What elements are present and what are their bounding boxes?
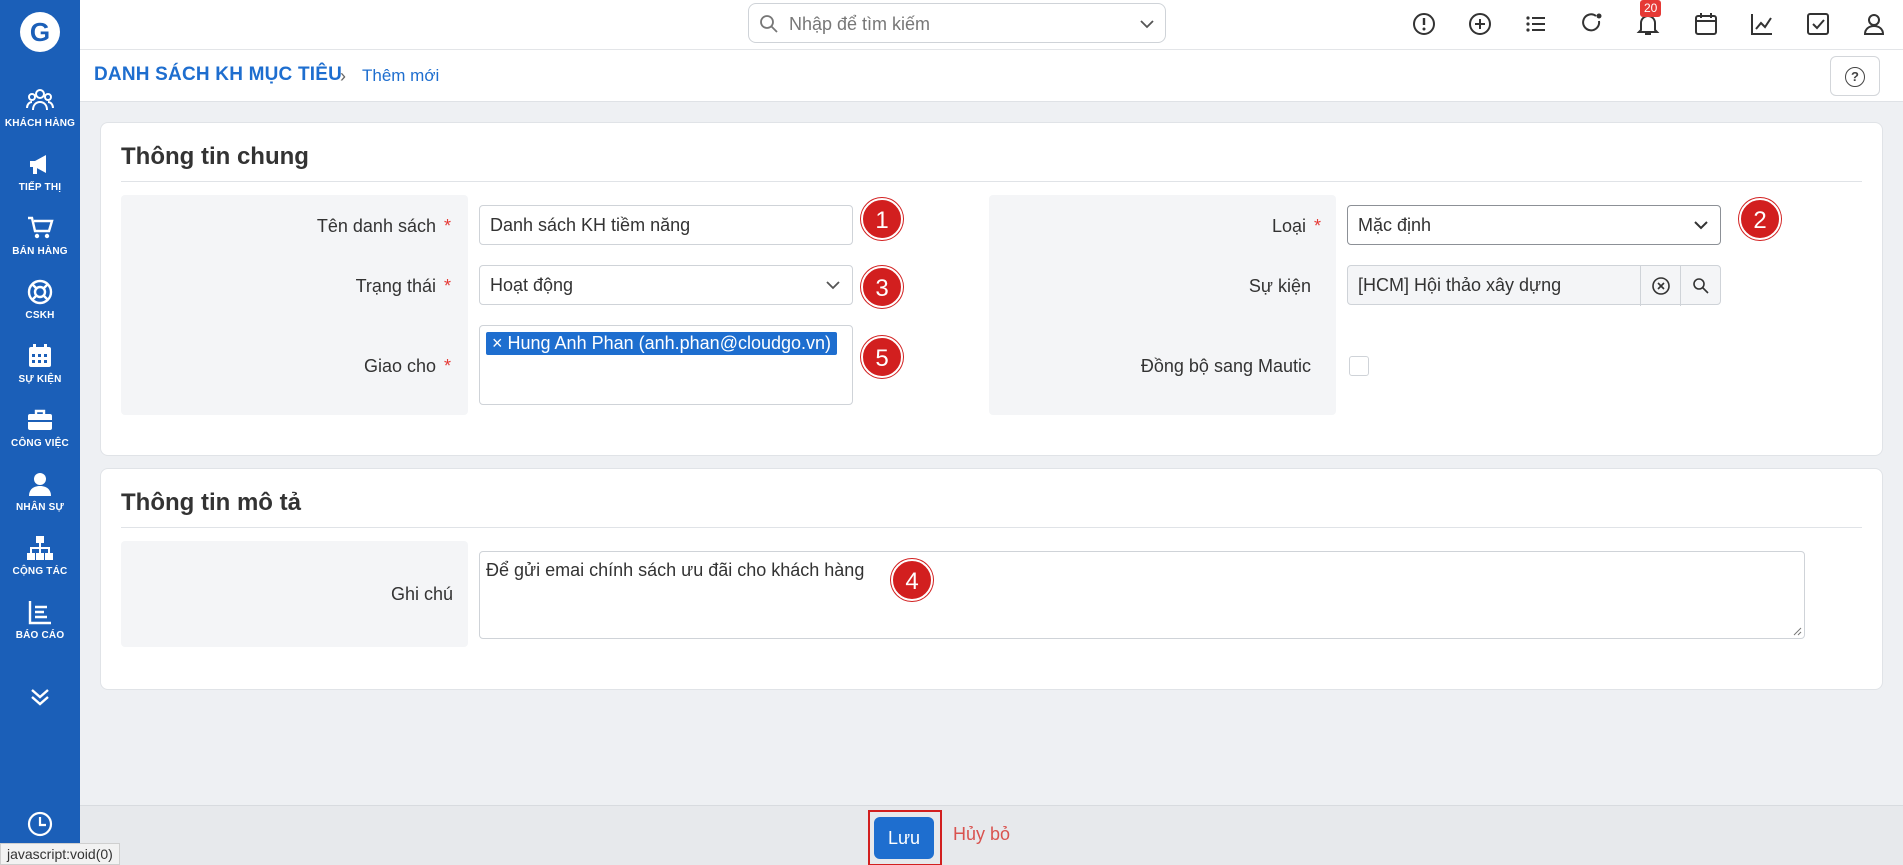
help-button[interactable]: ? [1830,56,1880,96]
search-input[interactable] [789,12,1129,36]
sidebar-item-support[interactable]: CSKH [0,278,80,338]
note-textarea[interactable]: Để gửi emai chính sách ưu đãi cho khách … [479,551,1805,639]
calendar-icon[interactable] [1692,10,1720,38]
lifebuoy-icon [27,279,53,305]
type-select[interactable]: Mặc định [1347,205,1721,245]
marker-1: 1 [861,198,903,240]
assigned-multiselect[interactable]: × Hung Anh Phan (anh.phan@cloudgo.vn) [479,325,853,405]
sidebar-item-label: BÁN HÀNG [12,246,68,257]
report-icon [28,601,51,625]
panel-title: Thông tin chung [121,143,309,170]
app-logo[interactable]: G [20,12,60,52]
breadcrumb-separator: › [340,66,346,86]
chevron-down-icon [1694,221,1708,230]
event-lookup[interactable]: [HCM] Hội thảo xây dựng [1347,265,1721,306]
save-button-highlight: Lưu [868,810,942,865]
sidebar-item-marketing[interactable]: TIẾP THỊ [0,150,80,210]
form-action-bar: Lưu Hủy bỏ [80,805,1903,865]
briefcase-icon [28,409,52,430]
clear-event-button[interactable] [1640,266,1680,306]
status-bar-url: javascript:void(0) [0,843,120,865]
chevron-down-icon[interactable] [1139,16,1155,32]
users-icon [26,89,54,111]
sidebar-item-label: CSKH [25,310,55,321]
note-label: Ghi chú [390,584,453,604]
search-icon [1693,278,1709,294]
global-search[interactable] [748,3,1166,43]
cart-icon [28,216,54,239]
plus-circle-icon[interactable] [1466,10,1494,38]
breadcrumb-current: Thêm mới [362,66,440,85]
sidebar: G KHÁCH HÀNG TIẾP THỊ BÁN HÀNG CSKH SỰ K… [0,0,80,865]
top-header [80,0,1903,50]
alert-circle-icon[interactable] [1410,10,1438,38]
clock-icon[interactable] [26,810,54,838]
marker-2: 2 [1739,198,1781,240]
marker-3: 3 [861,266,903,308]
status-select[interactable]: Hoạt động [479,265,853,305]
help-icon: ? [1845,67,1865,87]
general-info-panel: Thông tin chung Tên danh sách * Trạng thá… [100,122,1883,456]
marker-4: 4 [891,559,933,601]
sidebar-item-events[interactable]: SỰ KIỆN [0,342,80,402]
sync-mautic-label: Đồng bộ sang Mautic [1140,356,1311,376]
user-icon[interactable] [1860,10,1888,38]
sidebar-item-label: KHÁCH HÀNG [4,118,76,129]
sidebar-item-sales[interactable]: BÁN HÀNG [0,214,80,274]
breadcrumb-module-link[interactable]: DANH SÁCH KH MỤC TIÊU [94,64,342,86]
sidebar-item-customers[interactable]: KHÁCH HÀNG [0,86,80,146]
sidebar-item-label: CÔNG VIỆC [11,438,69,449]
save-button[interactable]: Lưu [874,817,934,859]
breadcrumb: DANH SÁCH KH MỤC TIÊU › Thêm mới ? [80,50,1903,102]
chart-icon[interactable] [1748,10,1776,38]
notification-badge: 20 [1640,0,1662,17]
chevron-down-icon [826,281,840,290]
divider [121,181,1862,182]
sidebar-item-staff[interactable]: NHÂN SỰ [0,470,80,530]
marker-5: 5 [861,336,903,378]
refresh-icon[interactable] [1578,10,1606,38]
list-icon[interactable] [1522,10,1550,38]
sidebar-item-collaboration[interactable]: CỘNG TÁC [0,534,80,594]
divider [121,527,1862,528]
assigned-user-tag[interactable]: × Hung Anh Phan (anh.phan@cloudgo.vn) [486,332,838,355]
megaphone-icon [30,155,46,174]
list-name-input[interactable]: Danh sách KH tiềm năng [479,205,853,245]
type-label: Loại * [1271,216,1321,236]
list-name-label: Tên danh sách * [316,216,451,236]
sidebar-item-label: SỰ KIỆN [18,374,62,385]
sidebar-item-reports[interactable]: BÁO CÁO [0,598,80,658]
expand-more-icon[interactable] [26,682,54,710]
calendar-icon [29,344,51,367]
sidebar-item-label: BÁO CÁO [15,630,65,641]
person-icon [29,473,51,496]
sidebar-item-tasks[interactable]: CÔNG VIỆC [0,406,80,466]
org-chart-icon [27,536,53,560]
cancel-link[interactable]: Hủy bỏ [953,824,1010,845]
sidebar-item-label: TIẾP THỊ [18,182,62,193]
assigned-label: Giao cho * [363,356,451,376]
checkbox-icon[interactable] [1804,10,1832,38]
description-panel: Thông tin mô tả Ghi chú Để gửi emai chín… [100,468,1883,690]
sync-mautic-checkbox[interactable] [1349,356,1369,376]
sidebar-item-label: NHÂN SỰ [15,502,65,513]
sidebar-item-label: CỘNG TÁC [12,566,68,577]
clear-icon [1652,277,1670,295]
status-label: Trạng thái * [355,276,451,296]
search-event-button[interactable] [1680,266,1720,306]
search-icon [760,15,778,33]
resize-handle-icon[interactable] [1792,626,1802,636]
panel-title: Thông tin mô tả [121,489,301,516]
event-label: Sự kiện [1248,276,1311,296]
